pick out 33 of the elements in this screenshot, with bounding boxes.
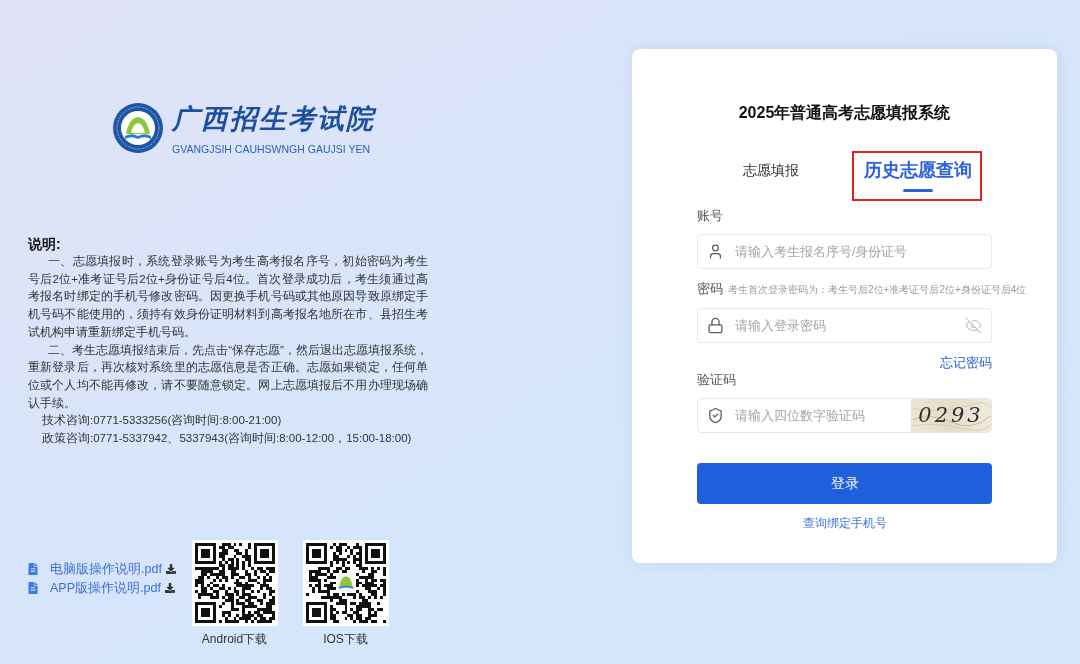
institution-title: 广西招生考试院 [172,103,375,136]
lock-icon [707,317,724,334]
password-input[interactable]: 请输入登录密码 [697,308,992,343]
notice-paragraph: 一、志愿填报时，系统登录账号为考生高考报名序号，初始密码为考生号后2位+准考证号后2位+身份证号后4位。首次登录成功后，考生须通过高考报名时绑定的手机号修改密码。因更换手机号码或其他原因导致原绑定手机号码不能使用的，须持有效身份证明材料到高考报名地所在市、县招生考试机构申请重新绑定手机号码。 [28,254,428,340]
shield-check-icon [707,407,724,424]
app-download-label: IOS下载 [323,630,368,647]
system-title: 2025年普通高考志愿填报系统 [737,103,952,123]
contact-line: 政策咨询:0771-5337942、5337943(咨询时间:8:00-12:00，15:00-18:00) [41,431,413,447]
download-icon[interactable] [165,563,176,574]
tab[interactable]: 志愿填报 [697,151,845,201]
file-icon [28,581,38,594]
contact-line: 技术咨询:0771-5333256(咨询时间:8:00-21:00) [41,413,283,429]
emblem-icon [113,103,163,153]
bind-phone-link[interactable]: 查询绑定手机号 [802,515,887,531]
captcha-image[interactable]: 0293 [911,399,991,432]
user-icon [707,243,724,260]
field-label: 密码 [697,281,723,298]
field-label: 账号 [697,208,723,225]
app-download-label: Android下载 [201,630,268,647]
download-icon[interactable] [164,582,175,593]
institution-subtitle: GVANGJSIH CAUHSWNGH GAUJSI YEN [172,143,371,155]
notice-title: 说明: [28,235,62,253]
field-hint: 考生首次登录密码为：考生号后2位+准考证号后2位+身份证号后4位 [728,283,1027,297]
notice-paragraph: 二、考生志愿填报结束后，先点击“保存志愿”，然后退出志愿填报系统，重新登录后，再次核对系统里的志愿信息是否正确。志愿如果锁定，任何单位或个人均不能再修改，请不要随意锁定。网上志愿填报后不用办理现场确认手续。 [28,342,428,411]
login-button[interactable]: 登录 [697,463,992,504]
field-label: 验证码 [697,372,736,389]
account-input[interactable]: 请输入考生报名序号/身份证号 [697,234,992,269]
forgot-password-link[interactable]: 忘记密码 [940,355,992,371]
tab[interactable]: 历史志愿查询 [844,151,992,201]
active-tab-indicator [903,189,934,192]
pdf-download-link[interactable]: APP版操作说明.pdf [50,578,161,597]
pdf-download-link[interactable]: 电脑版操作说明.pdf [50,559,162,578]
file-icon [28,562,38,575]
